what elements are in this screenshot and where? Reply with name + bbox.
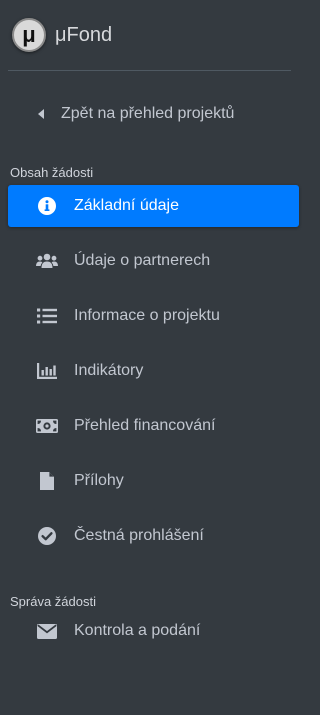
users-icon	[36, 251, 58, 271]
nav-item-label: Indikátory	[74, 362, 144, 379]
brand-name: μFond	[55, 23, 113, 46]
nav-item-declarations[interactable]: Čestná prohlášení	[8, 515, 299, 557]
nav-item-project-info[interactable]: Informace o projektu	[8, 295, 299, 337]
back-link-label: Zpět na přehled projektů	[61, 105, 235, 122]
nav-item-partners[interactable]: Údaje o partnerech	[8, 240, 299, 282]
nav-item-check-and-submit[interactable]: Kontrola a podání	[8, 610, 299, 652]
nav-item-label: Přílohy	[74, 472, 124, 489]
envelope-icon	[36, 621, 58, 641]
nav-item-label: Kontrola a podání	[74, 622, 201, 639]
nav-item-attachments[interactable]: Přílohy	[8, 460, 299, 502]
nav-item-indicators[interactable]: Indikátory	[8, 350, 299, 392]
brand-link[interactable]: μ μFond	[0, 0, 299, 70]
money-bill-icon	[36, 416, 58, 436]
brand-logo: μ	[12, 18, 46, 52]
back-to-projects-link[interactable]: Zpět na přehled projektů	[0, 71, 299, 157]
caret-left-icon	[38, 109, 44, 119]
info-circle-icon	[36, 196, 58, 216]
file-icon	[36, 471, 58, 491]
list-icon	[36, 306, 58, 326]
nav-item-label: Přehled financování	[74, 417, 216, 434]
nav-item-financing-overview[interactable]: Přehled financování	[8, 405, 299, 447]
section-header-application-content: Obsah žádosti	[10, 165, 94, 180]
nav-item-label: Údaje o partnerech	[74, 252, 211, 269]
nav-item-basic-info[interactable]: Základní údaje	[8, 185, 299, 227]
check-circle-icon	[36, 526, 58, 546]
nav-item-label: Informace o projektu	[74, 307, 220, 324]
section-header-application-management: Správa žádosti	[10, 594, 96, 609]
nav-item-label: Základní údaje	[74, 197, 179, 214]
sidebar: μ μFond Zpět na přehled projektů Obsah ž…	[0, 0, 299, 715]
nav-item-label: Čestná prohlášení	[74, 527, 204, 544]
bar-chart-icon	[36, 361, 58, 381]
